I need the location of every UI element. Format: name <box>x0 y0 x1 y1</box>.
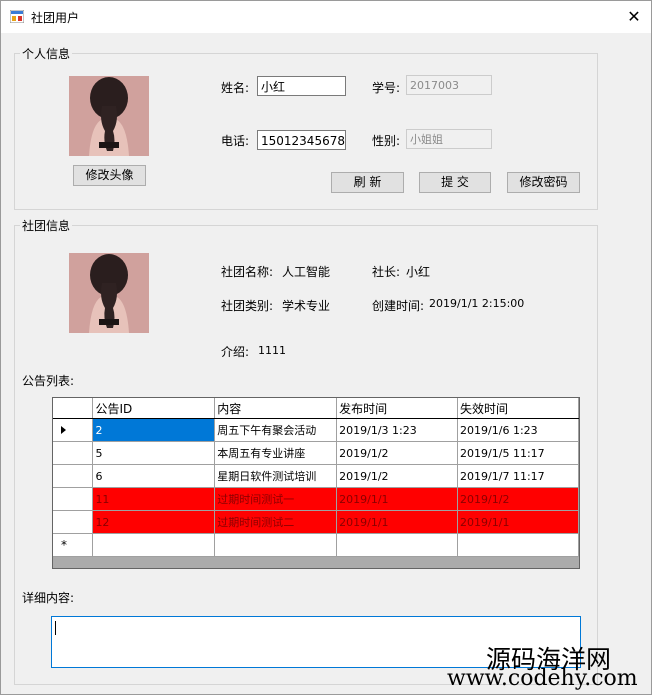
phone-label: 电话: <box>221 134 250 148</box>
announcement-table: 公告ID 内容 发布时间 失效时间 2 周五下午有聚会活动 2019/1/3 1:2… <box>53 398 579 557</box>
cell-content[interactable]: 本周五有专业讲座 <box>214 441 338 465</box>
club-name-value: 人工智能 <box>282 265 331 279</box>
row-header[interactable] <box>53 441 94 465</box>
cell-id[interactable]: 12 <box>92 510 216 534</box>
new-row-cell[interactable] <box>214 533 338 557</box>
cell-id[interactable]: 11 <box>92 487 216 511</box>
created-time-label: 创建时间: <box>372 299 425 313</box>
grid-corner <box>53 398 94 419</box>
row-header[interactable] <box>53 510 94 534</box>
intro-label: 介绍: <box>221 345 250 359</box>
current-row-arrow-icon <box>61 425 66 434</box>
new-row-cell[interactable] <box>457 533 579 557</box>
new-row-marker: * <box>61 538 67 552</box>
cell-content[interactable]: 星期日软件测试培训 <box>214 464 338 488</box>
text-caret <box>55 621 56 635</box>
row-header[interactable] <box>53 418 94 442</box>
table-row[interactable]: 12 过期时间测试二 2019/1/1 2019/1/1 <box>53 510 579 534</box>
cell-expire[interactable]: 2019/1/6 1:23 <box>457 418 579 442</box>
new-row-cell[interactable] <box>336 533 459 557</box>
announcement-list-label: 公告列表: <box>22 374 75 388</box>
cell-expire[interactable]: 2019/1/2 <box>457 487 579 511</box>
intro-value: 1111 <box>258 344 286 357</box>
column-header-publish[interactable]: 发布时间 <box>336 398 459 419</box>
change-avatar-button[interactable]: 修改头像 <box>73 165 146 186</box>
submit-button[interactable]: 提 交 <box>419 172 491 193</box>
window-title: 社团用户 <box>31 11 80 25</box>
student-id-label: 学号: <box>372 81 401 95</box>
gender-label: 性别: <box>372 134 401 148</box>
cell-id[interactable]: 5 <box>92 441 216 465</box>
column-header-expire[interactable]: 失效时间 <box>457 398 579 419</box>
new-row-cell[interactable] <box>92 533 216 557</box>
name-field[interactable]: 小红 <box>257 76 346 96</box>
personal-info-group-title: 个人信息 <box>20 45 73 62</box>
cell-publish[interactable]: 2019/1/1 <box>336 487 459 511</box>
table-row[interactable]: 11 过期时间测试一 2019/1/1 2019/1/2 <box>53 487 579 511</box>
user-avatar <box>69 76 149 156</box>
column-header-id[interactable]: 公告ID <box>92 398 216 419</box>
window: 社团用户 ✕ 个人信息 修改头像 姓名: 小红 学号: 2017003 电话: … <box>0 0 652 695</box>
phone-field[interactable]: 15012345678 <box>257 130 346 150</box>
close-icon[interactable]: ✕ <box>623 6 645 28</box>
user-avatar-image <box>69 76 149 156</box>
leader-label: 社长: <box>372 265 401 279</box>
cell-content[interactable]: 过期时间测试二 <box>214 510 338 534</box>
grid-header-row: 公告ID 内容 发布时间 失效时间 <box>53 398 579 419</box>
created-time-value: 2019/1/1 2:15:00 <box>429 297 525 310</box>
cell-expire[interactable]: 2019/1/1 <box>457 510 579 534</box>
club-avatar <box>69 253 149 333</box>
name-label: 姓名: <box>221 81 250 95</box>
club-type-label: 社团类别: <box>221 299 274 313</box>
cell-publish[interactable]: 2019/1/2 <box>336 464 459 488</box>
app-icon <box>10 10 24 23</box>
announcement-grid[interactable]: 公告ID 内容 发布时间 失效时间 2 周五下午有聚会活动 2019/1/3 1:2… <box>52 397 580 569</box>
column-header-content[interactable]: 内容 <box>214 398 338 419</box>
student-id-field: 2017003 <box>406 75 492 95</box>
club-name-label: 社团名称: <box>221 265 274 279</box>
detail-label: 详细内容: <box>22 591 75 605</box>
new-row[interactable]: * <box>53 533 579 557</box>
new-row-header[interactable]: * <box>53 533 94 557</box>
club-info-group-title: 社团信息 <box>20 217 73 234</box>
table-row[interactable]: 6 星期日软件测试培训 2019/1/2 2019/1/7 11:17 <box>53 464 579 488</box>
cell-id[interactable]: 2 <box>92 418 216 442</box>
table-row[interactable]: 5 本周五有专业讲座 2019/1/2 2019/1/5 11:17 <box>53 441 579 465</box>
change-password-button[interactable]: 修改密码 <box>507 172 580 193</box>
cell-publish[interactable]: 2019/1/3 1:23 <box>336 418 459 442</box>
cell-expire[interactable]: 2019/1/7 11:17 <box>457 464 579 488</box>
refresh-button[interactable]: 刷 新 <box>331 172 404 193</box>
cell-publish[interactable]: 2019/1/2 <box>336 441 459 465</box>
cell-content[interactable]: 过期时间测试一 <box>214 487 338 511</box>
row-header[interactable] <box>53 464 94 488</box>
cell-publish[interactable]: 2019/1/1 <box>336 510 459 534</box>
table-row[interactable]: 2 周五下午有聚会活动 2019/1/3 1:23 2019/1/6 1:23 <box>53 418 579 442</box>
leader-value: 小红 <box>406 265 431 279</box>
club-avatar-image <box>69 253 149 333</box>
cell-content[interactable]: 周五下午有聚会活动 <box>214 418 338 442</box>
club-type-value: 学术专业 <box>282 299 331 313</box>
cell-id[interactable]: 6 <box>92 464 216 488</box>
gender-field: 小姐姐 <box>406 129 492 149</box>
cell-expire[interactable]: 2019/1/5 11:17 <box>457 441 579 465</box>
watermark-url: www.codehy.com <box>447 666 638 691</box>
title-bar: 社团用户 ✕ <box>1 1 651 33</box>
row-header[interactable] <box>53 487 94 511</box>
